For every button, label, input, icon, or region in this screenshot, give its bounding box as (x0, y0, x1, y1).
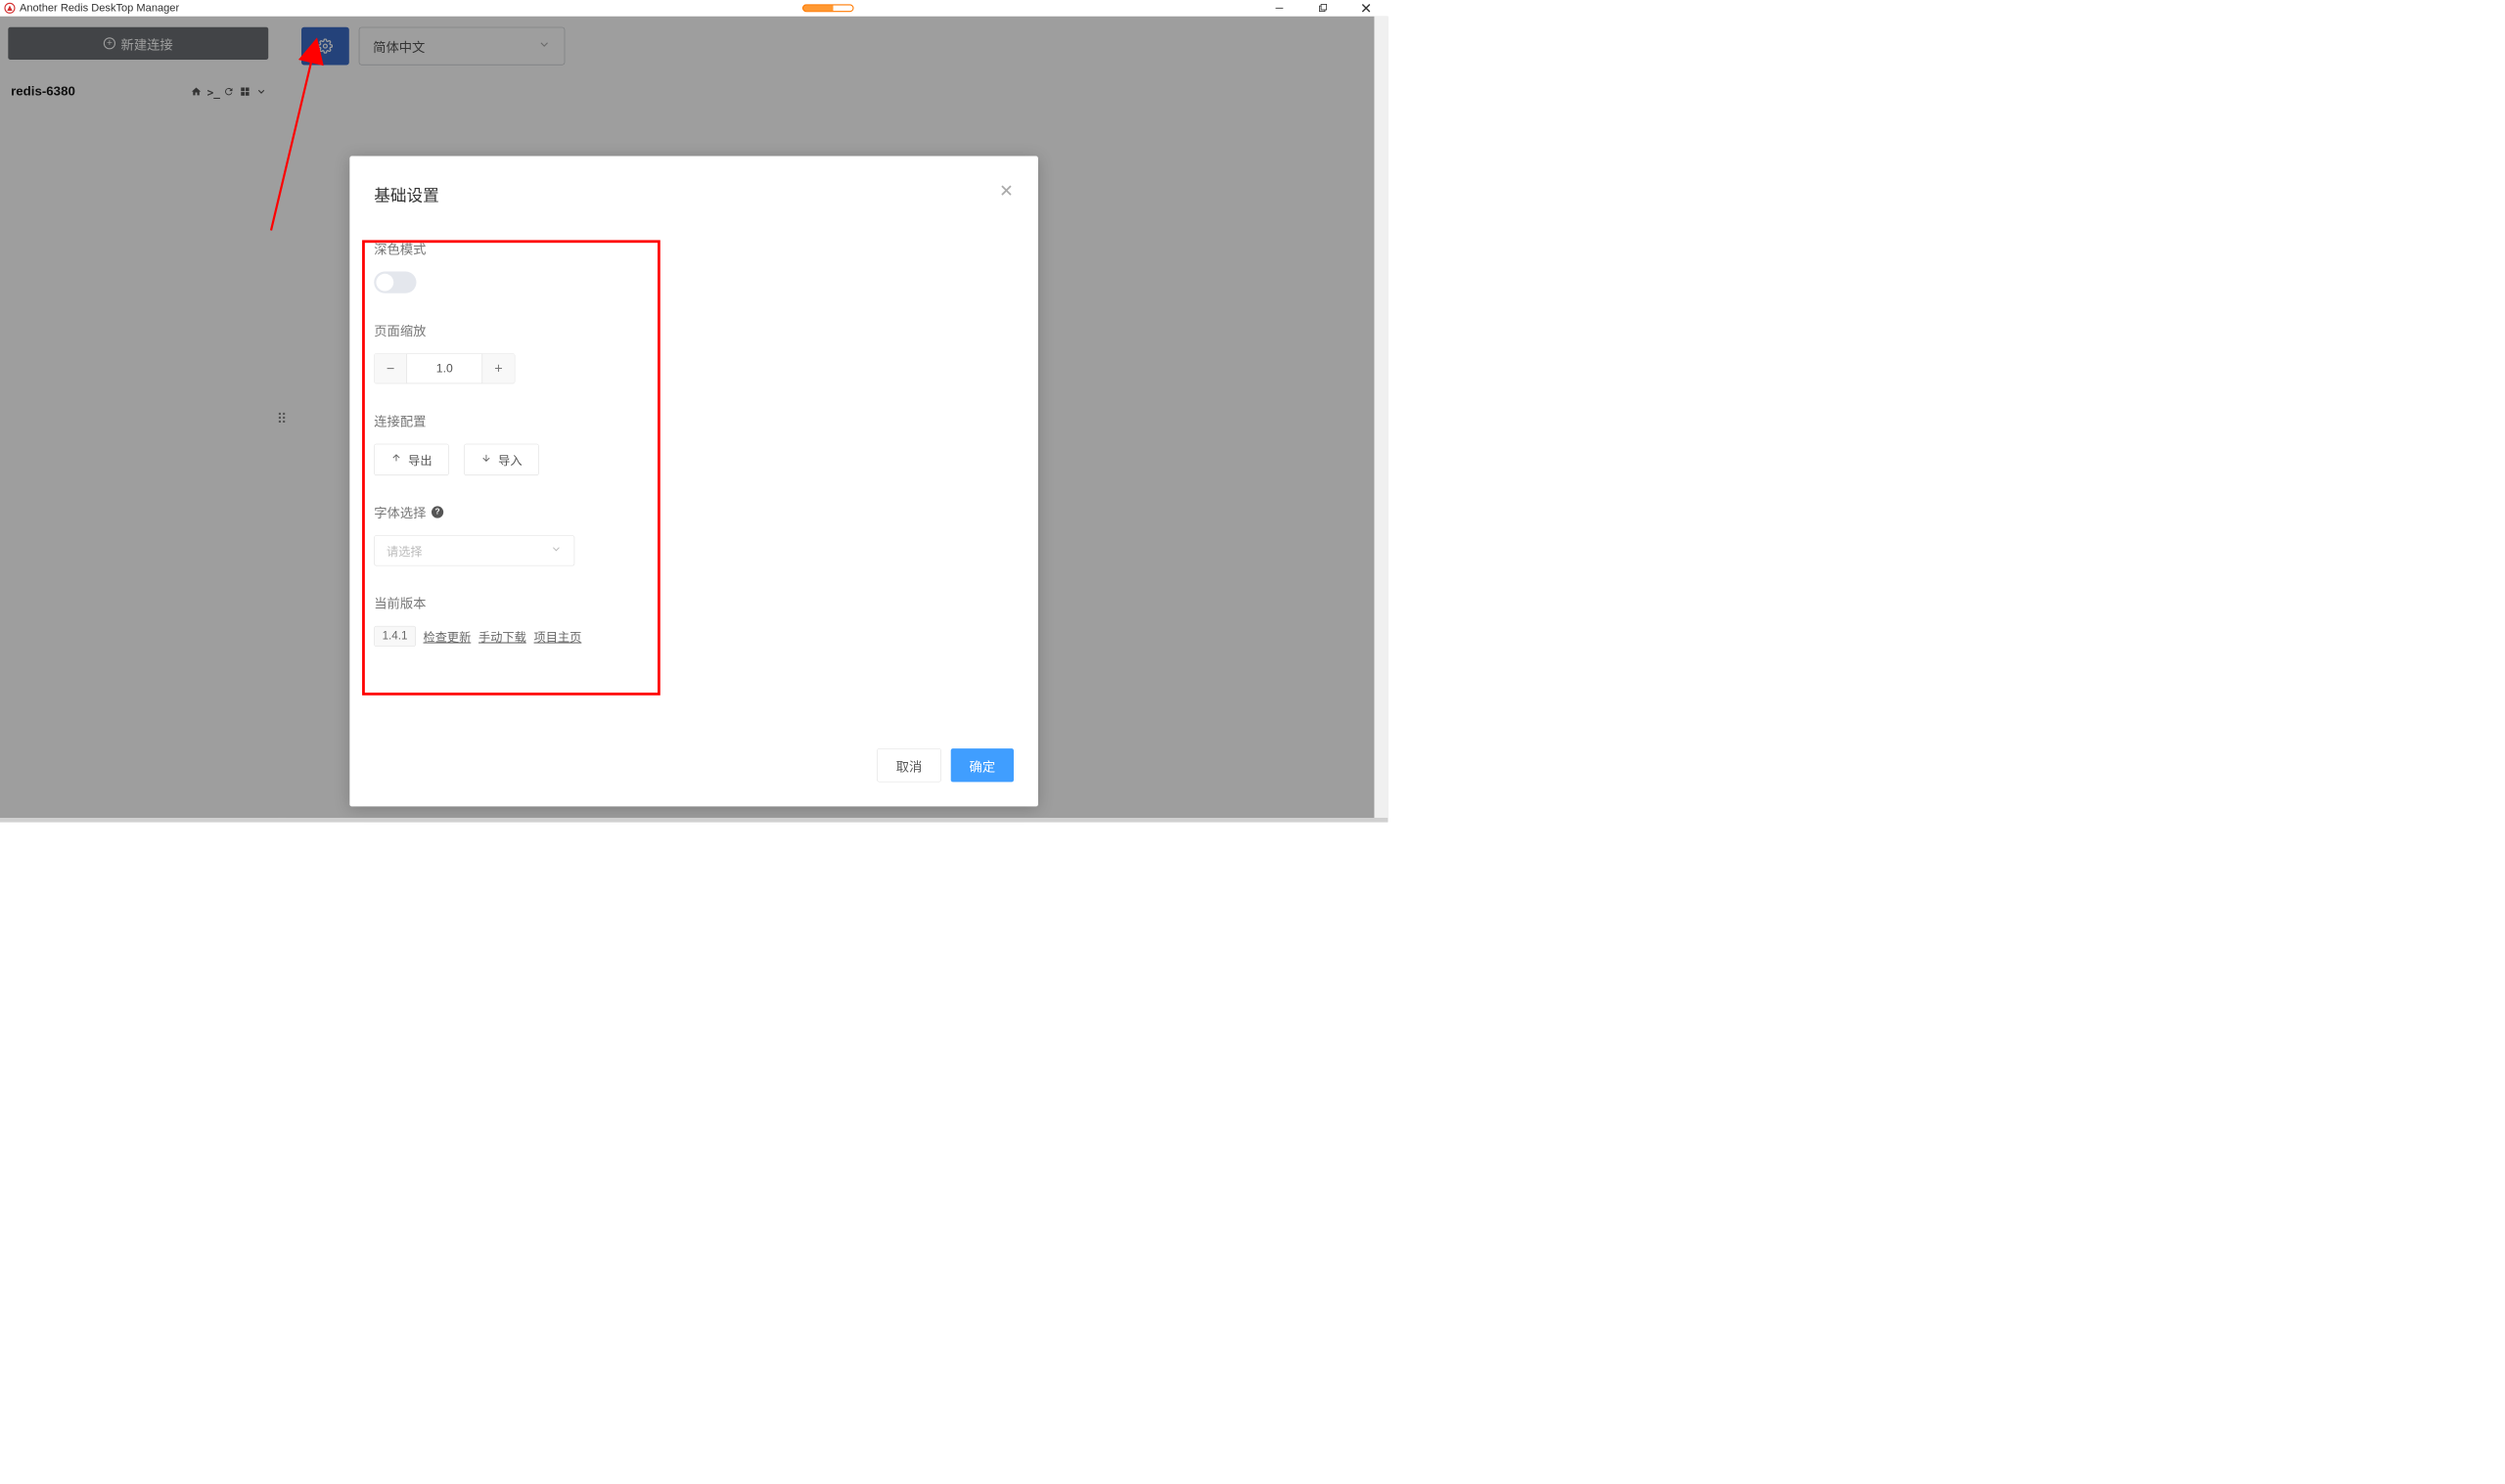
dark-mode-toggle[interactable] (374, 272, 416, 293)
confirm-button[interactable]: 确定 (951, 748, 1014, 782)
maximize-button[interactable] (1301, 0, 1344, 17)
statusbar-edge (0, 818, 1388, 822)
dark-mode-label: 深色模式 (374, 239, 1014, 257)
zoom-increase-button[interactable]: + (482, 354, 515, 383)
page-zoom-label: 页面缩放 (374, 320, 1014, 338)
check-update-link[interactable]: 检查更新 (424, 628, 472, 646)
settings-dialog: 基础设置 ✕ 深色模式 页面缩放 − 1.0 + (349, 157, 1038, 807)
minimize-button[interactable] (1257, 0, 1300, 17)
font-placeholder: 请选择 (387, 542, 423, 560)
zoom-value[interactable]: 1.0 (407, 354, 481, 383)
upload-icon (390, 453, 401, 467)
help-icon[interactable]: ? (432, 506, 443, 517)
manual-download-link[interactable]: 手动下载 (478, 628, 526, 646)
version-label: 当前版本 (374, 593, 1014, 611)
cancel-button[interactable]: 取消 (877, 748, 940, 782)
version-badge: 1.4.1 (374, 626, 416, 647)
close-button[interactable]: ✕ (1344, 0, 1388, 17)
dialog-close-button[interactable]: ✕ (999, 180, 1014, 201)
font-family-select[interactable]: 请选择 (374, 535, 574, 565)
zoom-decrease-button[interactable]: − (375, 354, 407, 383)
conn-config-label: 连接配置 (374, 411, 1014, 429)
titlebar: Another Redis DeskTop Manager ✕ (0, 0, 1388, 17)
project-home-link[interactable]: 项目主页 (534, 628, 582, 646)
app-title: Another Redis DeskTop Manager (20, 2, 179, 15)
font-family-label: 字体选择 ? (374, 503, 1014, 521)
dialog-title: 基础设置 (374, 182, 1014, 205)
progress-indicator (802, 4, 854, 12)
import-button[interactable]: 导入 (464, 444, 538, 475)
zoom-stepper: − 1.0 + (374, 353, 515, 383)
vertical-scrollbar[interactable] (1374, 17, 1388, 818)
chevron-down-icon (550, 543, 562, 559)
app-icon (4, 3, 15, 14)
download-icon (480, 453, 491, 467)
export-button[interactable]: 导出 (374, 444, 448, 475)
